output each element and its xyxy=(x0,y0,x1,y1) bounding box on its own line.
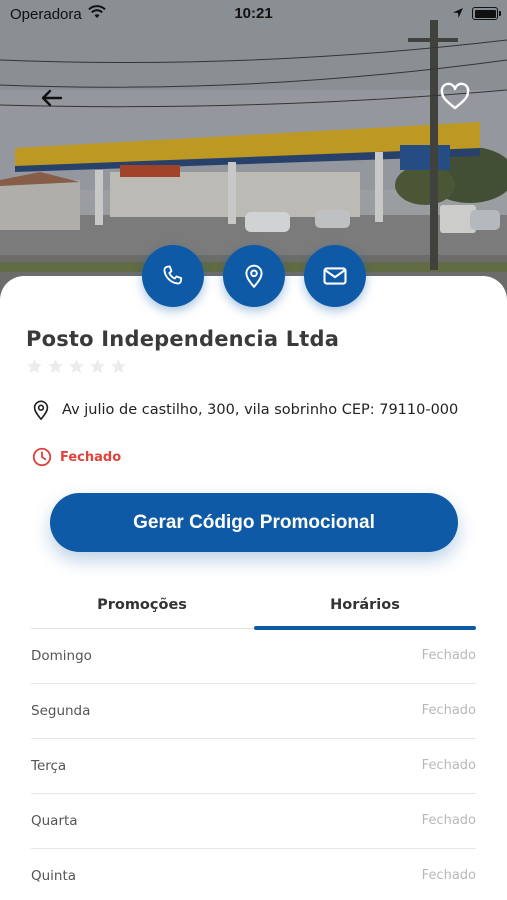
mail-icon xyxy=(323,267,347,285)
rating-stars xyxy=(26,358,127,375)
hours-row: Terça Fechado xyxy=(31,739,476,794)
tab-horarios[interactable]: Horários xyxy=(254,588,476,630)
hours-row: Segunda Fechado xyxy=(31,684,476,739)
map-pin-icon xyxy=(245,264,263,288)
back-button[interactable] xyxy=(36,82,68,114)
generate-promo-code-button[interactable]: Gerar Código Promocional xyxy=(50,493,458,552)
star-icon xyxy=(48,359,63,373)
hours-value: Fechado xyxy=(421,813,476,828)
status-text: Fechado xyxy=(60,449,122,465)
tab-promocoes[interactable]: Promoções xyxy=(31,588,253,629)
day-label: Quinta xyxy=(31,868,77,884)
day-label: Terça xyxy=(31,758,67,774)
contact-actions xyxy=(0,245,507,307)
open-status: Fechado xyxy=(31,446,121,468)
tab-bar: Promoções Horários xyxy=(31,588,476,630)
station-name: Posto Independencia Ltda xyxy=(26,327,340,351)
call-button[interactable] xyxy=(142,245,204,307)
hours-value: Fechado xyxy=(421,703,476,718)
star-icon xyxy=(90,359,105,373)
hours-value: Fechado xyxy=(421,758,476,773)
phone-icon xyxy=(163,265,183,285)
status-bar: Operadora 10:21 xyxy=(0,0,507,28)
day-label: Domingo xyxy=(31,648,92,664)
hours-row: Quarta Fechado xyxy=(31,794,476,849)
hours-value: Fechado xyxy=(421,648,476,663)
location-button[interactable] xyxy=(223,245,285,307)
address-text: Av julio de castilho, 300, vila sobrinho… xyxy=(62,402,459,418)
hours-row: Domingo Fechado xyxy=(31,629,476,684)
location-arrow-icon xyxy=(452,6,464,23)
favorite-button[interactable] xyxy=(438,80,472,114)
day-label: Segunda xyxy=(31,703,91,719)
star-icon xyxy=(27,359,42,373)
tab-label: Horários xyxy=(330,597,400,613)
email-button[interactable] xyxy=(304,245,366,307)
clock: 10:21 xyxy=(234,5,273,22)
tab-label: Promoções xyxy=(97,597,187,613)
opening-hours-list: Domingo Fechado Segunda Fechado Terça Fe… xyxy=(31,629,476,900)
star-icon xyxy=(69,359,84,373)
address-row: Av julio de castilho, 300, vila sobrinho… xyxy=(30,398,458,422)
heart-outline-icon xyxy=(440,82,470,110)
day-label: Quarta xyxy=(31,813,78,829)
star-icon xyxy=(111,359,126,373)
location-pin-icon xyxy=(33,400,49,420)
arrow-left-icon xyxy=(41,89,63,107)
battery-icon xyxy=(472,7,501,20)
hours-row: Quinta Fechado xyxy=(31,849,476,900)
clock-icon xyxy=(32,447,52,467)
hours-value: Fechado xyxy=(421,868,476,883)
